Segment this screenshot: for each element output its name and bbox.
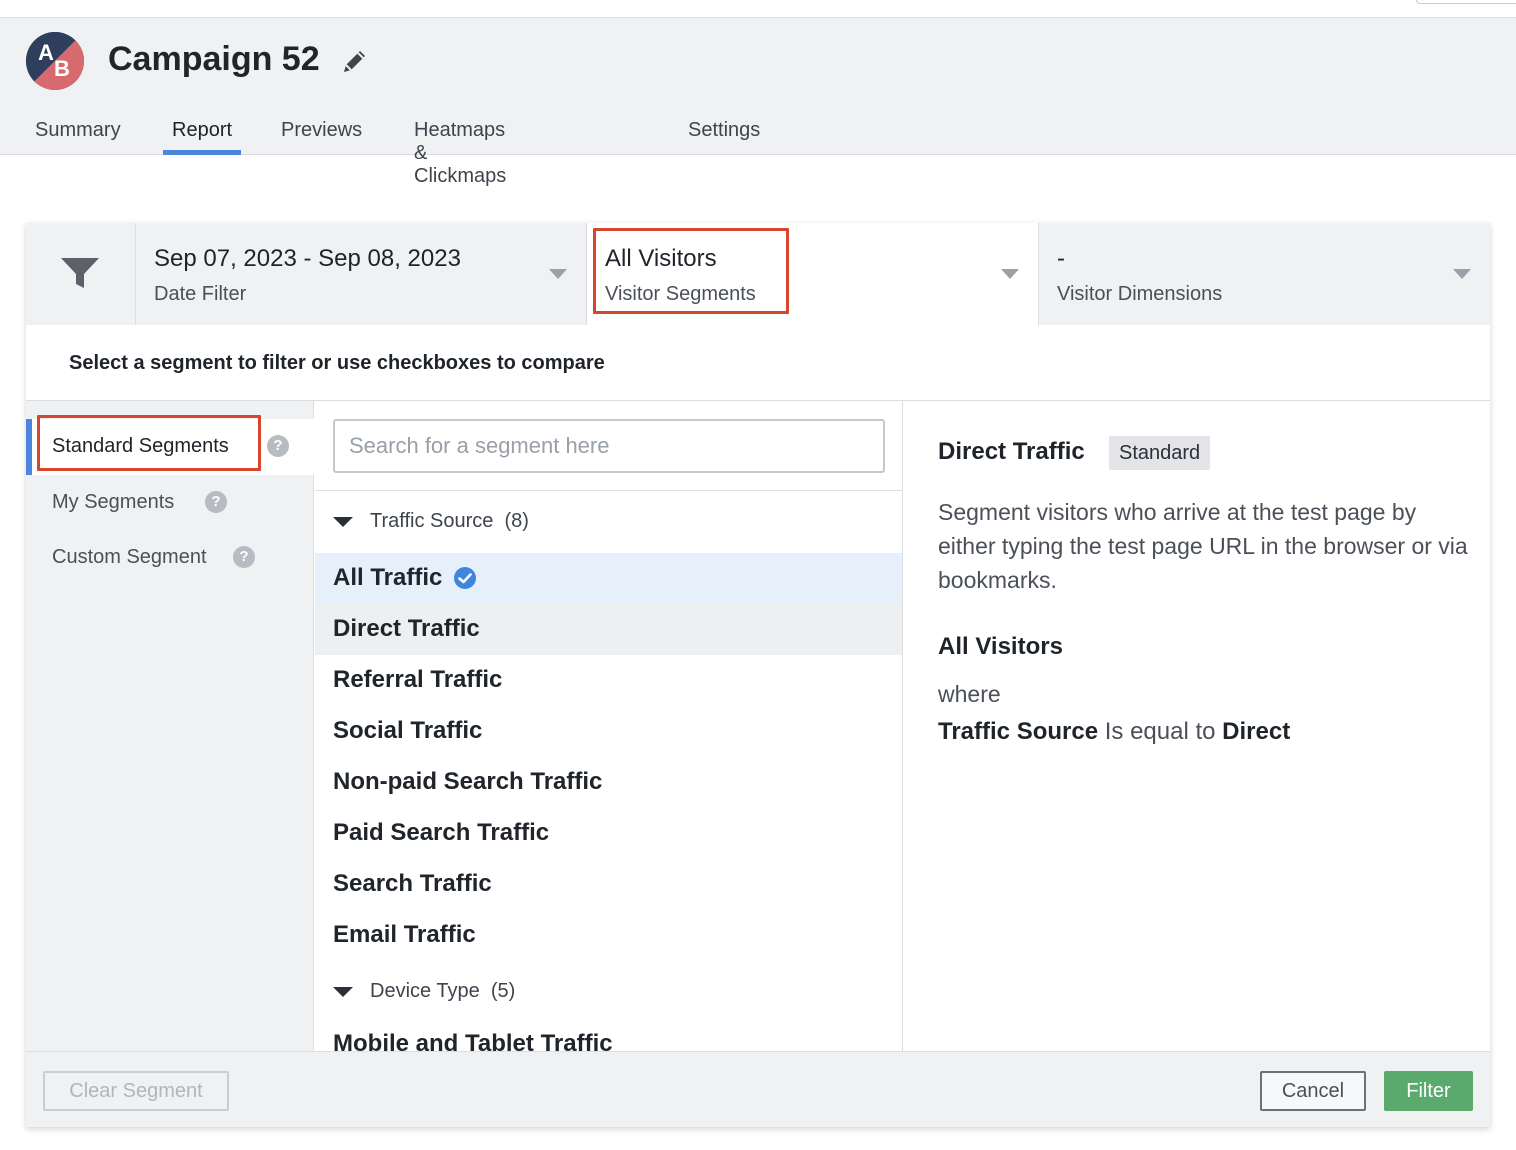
segment-paid-search-traffic[interactable]: Paid Search Traffic [315,808,902,859]
caret-down-icon [333,987,353,997]
nav-my-segments[interactable]: My Segments ? [26,475,314,531]
edit-pencil-icon[interactable] [340,46,370,76]
rule-operator: Is equal to [1104,718,1216,745]
date-filter-label: Date Filter [154,283,247,305]
segment-label: Mobile and Tablet Traffic [333,1030,613,1051]
segment-direct-traffic[interactable]: Direct Traffic [315,604,902,655]
filter-bar: Sep 07, 2023 - Sep 08, 2023 Date Filter … [26,223,1490,325]
detail-title: Direct Traffic [938,438,1085,465]
segment-label: Email Traffic [333,921,476,948]
chevron-down-icon [1453,269,1471,279]
help-icon[interactable]: ? [233,546,255,568]
cancel-button[interactable]: Cancel [1260,1071,1366,1111]
filter-button[interactable]: Filter [1384,1071,1473,1111]
tab-heatmaps-clickmaps[interactable]: Heatmaps & Clickmaps [414,116,506,187]
segment-non-paid-search-traffic[interactable]: Non-paid Search Traffic [315,757,902,808]
segment-category-nav: Standard Segments ? My Segments ? Custom… [26,401,314,1051]
clear-segment-button[interactable]: Clear Segment [43,1071,229,1111]
nav-label: Standard Segments [52,435,229,457]
help-icon[interactable]: ? [205,491,227,513]
group-device-type[interactable]: Device Type (5) [315,968,902,1018]
segment-value: All Visitors [605,245,717,272]
nav-label: Custom Segment [52,546,207,568]
instruction-bar: Select a segment to filter or use checkb… [26,325,1490,401]
chevron-down-icon [1001,269,1019,279]
campaign-header: A B Campaign 52 Summary Report Previews … [0,18,1516,187]
detail-description: Segment visitors who arrive at the test … [938,499,1468,593]
segment-label: Direct Traffic [333,615,480,642]
rule-where: where [938,681,1001,707]
divider [315,490,902,491]
instruction-text: Select a segment to filter or use checkb… [69,352,605,374]
dimension-value: - [1057,245,1065,272]
segment-mobile-tablet-traffic[interactable]: Mobile and Tablet Traffic [315,1019,902,1051]
segment-label: Search Traffic [333,870,492,897]
segment-social-traffic[interactable]: Social Traffic [315,706,902,757]
segment-label: Social Traffic [333,717,483,744]
check-circle-icon [454,567,476,589]
group-label: Device Type (5) [370,980,516,1002]
tab-report[interactable]: Report [162,116,242,155]
segment-search-traffic[interactable]: Search Traffic [315,859,902,910]
nav-custom-segment[interactable]: Custom Segment ? [26,530,314,586]
segment-list-pane: Traffic Source (8) All Traffic Direct Tr… [315,401,903,1051]
segment-filter-panel: Sep 07, 2023 - Sep 08, 2023 Date Filter … [26,223,1490,1127]
filter-toggle[interactable] [26,223,136,325]
logo-letter-a: A [38,40,54,65]
logo-letter-b: B [54,56,70,81]
date-range-value: Sep 07, 2023 - Sep 08, 2023 [154,245,461,272]
rule-condition: Traffic Source Is equal to Direct [938,718,1290,746]
rule-value: Direct [1222,718,1291,745]
segment-referral-traffic[interactable]: Referral Traffic [315,655,902,706]
nav-label: My Segments [52,491,175,513]
segment-email-traffic[interactable]: Email Traffic [315,910,902,961]
segment-label: Referral Traffic [333,666,503,693]
rule-field: Traffic Source [938,718,1099,745]
tab-previews[interactable]: Previews [281,116,362,155]
segment-detail-pane: Direct Traffic Standard Segment visitors… [904,401,1490,1051]
tab-settings[interactable]: Settings [688,116,760,155]
segment-all-traffic[interactable]: All Traffic [315,553,902,604]
chevron-down-icon [549,269,567,279]
nav-standard-segments[interactable]: Standard Segments ? [26,419,314,475]
visitor-segments-label: Visitor Segments [605,283,756,305]
top-right-control[interactable] [1416,0,1516,4]
visitor-dimensions-dropdown[interactable]: - Visitor Dimensions [1039,223,1490,325]
group-label: Traffic Source (8) [370,510,529,532]
segment-search-input[interactable] [333,419,885,473]
segment-label: Paid Search Traffic [333,819,550,846]
visitor-dimensions-label: Visitor Dimensions [1057,283,1223,305]
segment-label: All Traffic [333,564,443,591]
help-icon[interactable]: ? [267,435,289,457]
tab-summary[interactable]: Summary [35,116,121,155]
group-traffic-source[interactable]: Traffic Source (8) [315,498,902,548]
segment-label: Non-paid Search Traffic [333,768,603,795]
ab-logo: A B [26,32,84,90]
caret-down-icon [333,517,353,527]
panel-footer: Clear Segment Cancel Filter [26,1051,1490,1127]
date-filter-dropdown[interactable]: Sep 07, 2023 - Sep 08, 2023 Date Filter [136,223,587,325]
segment-type-badge: Standard [1109,436,1211,470]
visitor-segments-dropdown[interactable]: All Visitors Visitor Segments [587,223,1039,325]
rule-title: All Visitors [938,633,1063,660]
funnel-icon [61,258,99,288]
top-strip [0,0,1516,18]
page-title: Campaign 52 [108,40,320,78]
